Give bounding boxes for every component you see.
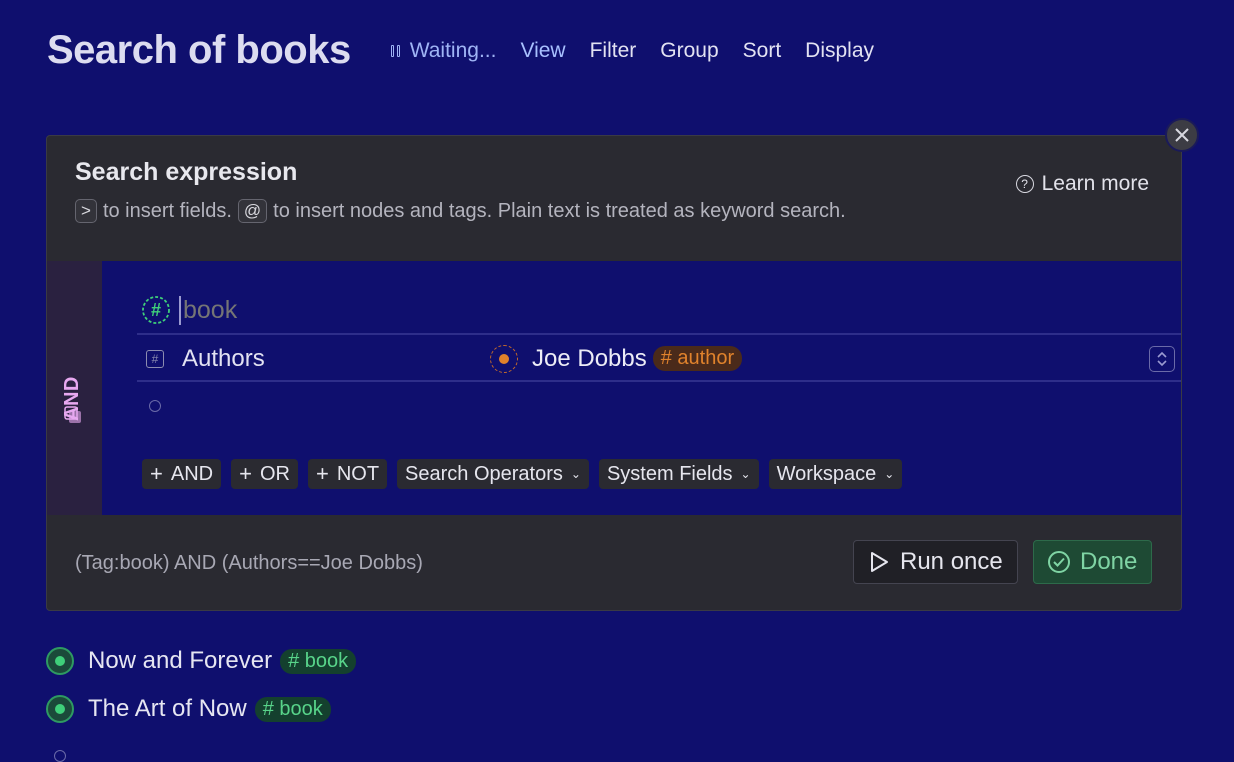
chevron-down-icon: ⌄ [570,467,581,481]
result-title[interactable]: Now and Forever [88,647,272,675]
run-once-button[interactable]: Run once [853,540,1018,584]
menu-view[interactable]: View [520,39,565,63]
run-once-label: Run once [900,548,1003,575]
menu-group[interactable]: Group [660,39,718,63]
menu-sort[interactable]: Sort [743,39,782,63]
learn-more-label: Learn more [1041,172,1149,195]
tag-search-input[interactable] [179,295,579,325]
system-fields-label: System Fields [606,462,733,485]
field-hash-icon: # [146,349,164,368]
reference-node-icon [490,344,518,373]
menu-display[interactable]: Display [805,39,874,63]
svg-text:#: # [151,300,161,320]
search-operators-dropdown[interactable]: Search Operators ⌄ [397,459,589,489]
learn-more-link[interactable]: ? Learn more [1015,172,1149,196]
add-and-label: AND [170,462,214,485]
author-tag[interactable]: # author [652,346,743,371]
query-expression-text: (Tag:book) AND (Authors==Joe Dobbs) [75,552,423,574]
plus-icon: + [315,461,329,486]
add-not-label: NOT [336,462,380,485]
result-item[interactable]: The Art of Now # book [46,694,356,724]
add-and-button[interactable]: + AND [142,459,222,489]
result-item[interactable]: Now and Forever # book [46,646,357,676]
expression-editor: AND # # Authors Joe Dobbs # author [47,261,1181,515]
question-icon: ? [1015,175,1034,193]
book-tag[interactable]: # book [254,696,331,722]
field-condition-row: # Authors Joe Dobbs # author [137,337,1181,382]
plus-icon: + [150,461,163,486]
plus-icon: + [239,461,252,486]
empty-condition-row[interactable] [137,391,1181,421]
node-bullet-icon[interactable] [46,647,74,675]
field-value[interactable]: Joe Dobbs [532,345,647,373]
hint-key-at: @ [237,199,268,223]
close-panel-button[interactable] [1165,118,1199,152]
chevron-down-icon: ⌄ [884,467,895,481]
close-icon [1175,128,1189,142]
add-not-button[interactable]: + NOT [307,459,388,489]
operator-buttons: + AND + OR + NOT Search Operators ⌄ Syst… [142,459,903,489]
workspace-dropdown[interactable]: Workspace ⌄ [768,459,903,489]
done-label: Done [1080,548,1138,575]
search-expression-panel: Search expression > to insert fields. @ … [46,135,1182,611]
chevron-updown-icon [1157,351,1167,366]
hint-text-fields: to insert fields. [102,199,232,222]
empty-bullet-icon [149,400,161,412]
add-or-button[interactable]: + OR [231,459,298,489]
play-icon [871,552,888,572]
field-name[interactable]: Authors [182,345,472,373]
node-bullet-icon[interactable] [46,695,74,723]
done-button[interactable]: Done [1033,540,1153,584]
search-operators-label: Search Operators [405,462,563,485]
tag-condition-row: # [137,287,1181,335]
book-tag[interactable]: # book [280,648,357,674]
empty-bullet-icon[interactable] [54,750,66,762]
header-menu: Waiting... View Filter Group Sort Displa… [390,38,898,63]
page-title: Search of books [47,28,351,72]
panel-header: Search expression > to insert fields. @ … [75,158,846,223]
panel-title: Search expression [75,158,298,186]
panel-hint: > to insert fields. @ to insert nodes an… [75,199,846,223]
operator-stepper[interactable] [1149,345,1175,372]
result-title[interactable]: The Art of Now [88,695,247,723]
workspace-label: Workspace [776,462,877,485]
system-fields-dropdown[interactable]: System Fields ⌄ [598,459,759,489]
status-waiting[interactable]: Waiting... [390,38,497,63]
page-header: Search of books Waiting... View Filter G… [47,28,898,73]
chevron-down-icon: ⌄ [740,467,751,481]
tag-icon: # [142,296,170,324]
status-label: Waiting... [409,38,497,62]
check-circle-icon [1048,551,1070,573]
add-or-label: OR [259,462,290,485]
and-group-label: AND [61,376,83,421]
pause-icon [390,44,400,57]
menu-filter[interactable]: Filter [590,39,637,63]
hint-text-nodes: to insert nodes and tags. Plain text is … [273,199,846,222]
and-group-bar[interactable]: AND [47,261,102,515]
search-results: Now and Forever # book The Art of Now # … [46,646,357,742]
hint-key-greater: > [75,199,97,223]
